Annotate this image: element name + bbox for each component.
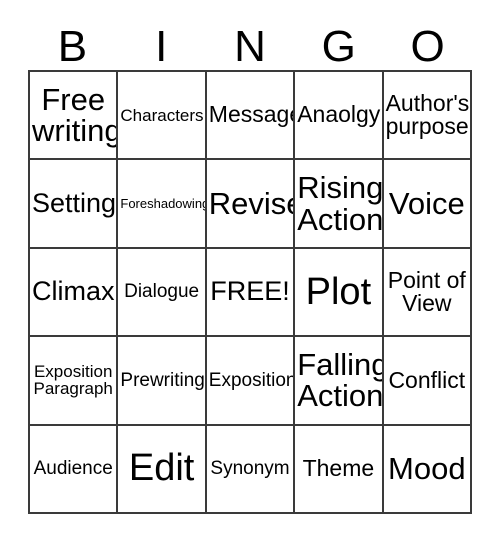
bingo-cell-label: Theme	[302, 455, 375, 482]
bingo-header-letter-o: O	[410, 22, 445, 71]
bingo-cell-label: Characters	[120, 105, 204, 125]
bingo-cell-label: Mood	[388, 450, 466, 486]
bingo-cell-label: Dialogue	[124, 281, 200, 303]
bingo-header-letter-g: G	[321, 22, 356, 71]
bingo-cell-label: FREE!	[210, 276, 290, 307]
bingo-cell[interactable]: Message	[206, 72, 296, 161]
bingo-cell[interactable]: Theme	[295, 425, 384, 514]
bingo-cell[interactable]: Exposition	[206, 337, 296, 426]
bingo-cell-label: Conflict	[388, 366, 466, 393]
bingo-cell[interactable]: Conflict	[383, 337, 472, 426]
bingo-header-row: B I N G O	[28, 14, 472, 70]
bingo-cell-label: Exposition Paragraph	[33, 362, 113, 399]
bingo-cell-label: Edit	[128, 447, 195, 490]
bingo-cell-label: Revise	[208, 185, 296, 221]
bingo-cell[interactable]: Edit	[118, 425, 207, 514]
bingo-cell[interactable]: Synonym	[206, 425, 296, 514]
bingo-grid: Free writing Characters Message Anaolgy …	[28, 70, 472, 514]
bingo-cell-label: Anaolgy	[297, 101, 381, 128]
bingo-cell[interactable]: Revise	[206, 160, 296, 249]
bingo-cell-label: Free writing	[32, 81, 119, 149]
bingo-cell-label: Exposition	[208, 369, 296, 391]
bingo-cell-label: Falling Action	[297, 346, 384, 414]
bingo-cell[interactable]: Exposition Paragraph	[30, 337, 119, 426]
bingo-cell[interactable]: Author's purpose	[383, 72, 472, 161]
bingo-cell-label: Point of View	[387, 266, 466, 316]
bingo-cell-label: Synonym	[210, 458, 290, 480]
bingo-cell[interactable]: Falling Action	[295, 337, 384, 426]
bingo-cell[interactable]: Foreshadowing	[118, 160, 207, 249]
bingo-cell-label: Voice	[388, 185, 465, 221]
bingo-header-letter-n: N	[234, 22, 266, 71]
bingo-cell-label: Rising Action	[297, 169, 384, 237]
bingo-cell[interactable]: Dialogue	[118, 248, 207, 338]
bingo-free-cell[interactable]: FREE!	[206, 248, 296, 338]
bingo-cell[interactable]: Rising Action	[295, 160, 384, 249]
bingo-cell-label: Audience	[33, 458, 113, 480]
bingo-cell[interactable]: Point of View	[383, 248, 472, 338]
bingo-cell-label: Foreshadowing	[120, 195, 207, 211]
bingo-cell[interactable]: Plot	[295, 248, 384, 338]
bingo-cell[interactable]: Mood	[383, 425, 472, 514]
bingo-cell[interactable]: Free writing	[30, 72, 119, 161]
bingo-cell[interactable]: Anaolgy	[295, 72, 384, 161]
bingo-header-letter-i: I	[155, 22, 168, 71]
bingo-cell-label: Plot	[305, 270, 372, 313]
bingo-cell-label: Prewriting	[120, 369, 205, 391]
bingo-cell[interactable]: Voice	[383, 160, 472, 249]
bingo-cell[interactable]: Climax	[30, 248, 119, 338]
bingo-cell[interactable]: Setting	[30, 160, 119, 249]
bingo-header-letter-b: B	[57, 22, 88, 71]
bingo-cell-label: Setting	[32, 187, 117, 218]
bingo-cell-label: Message	[208, 101, 296, 128]
bingo-cell-label: Climax	[32, 276, 115, 307]
bingo-card: B I N G O Free writing Characters Messag…	[0, 0, 500, 544]
bingo-cell-label: Author's purpose	[385, 89, 470, 140]
bingo-cell[interactable]: Prewriting	[118, 337, 207, 426]
bingo-cell[interactable]: Audience	[30, 425, 119, 514]
bingo-cell[interactable]: Characters	[118, 72, 207, 161]
